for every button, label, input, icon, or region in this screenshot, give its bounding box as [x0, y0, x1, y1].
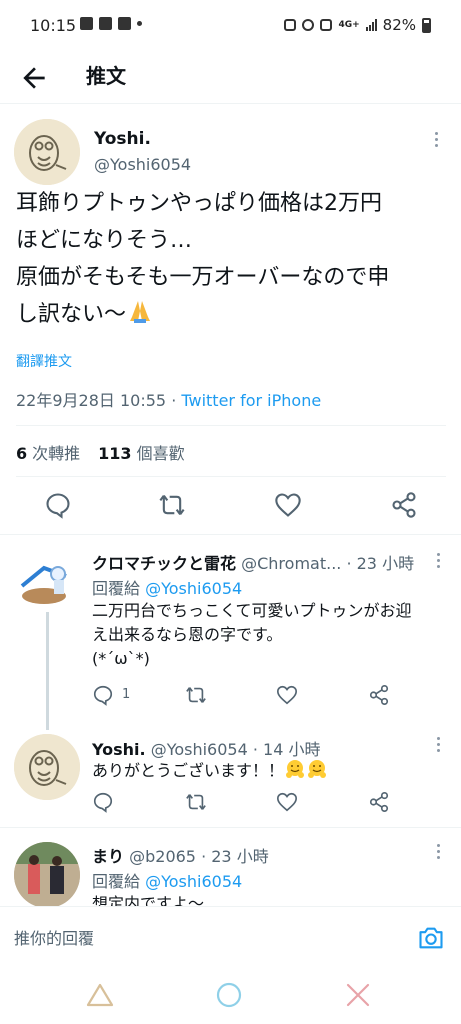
gallery-icon [99, 17, 112, 30]
more-options-icon[interactable] [426, 129, 446, 149]
likes-label: 個喜歡 [136, 444, 185, 463]
reply-composer[interactable]: 推你的回覆 [0, 906, 461, 968]
signal-icon [365, 19, 377, 31]
tweet-source-link[interactable]: Twitter for iPhone [181, 391, 321, 410]
reply-actions: 1 [92, 684, 412, 708]
hugging-face-emoji-icon [284, 758, 306, 787]
reply-to-link[interactable]: @Yoshi6054 [145, 579, 242, 598]
alarm-icon [302, 19, 315, 31]
tweet-actions [0, 491, 461, 521]
reply-actions [92, 791, 412, 815]
reply-icon[interactable] [44, 491, 72, 519]
author-handle: @Yoshi6054 [94, 155, 192, 174]
retweet-icon[interactable] [158, 491, 186, 519]
reply-text: 二万円台でちっこくて可愛いプトゥンがお迎 え出来るなら恩の字です。 (*´ω`*… [92, 601, 412, 668]
divider [16, 476, 446, 477]
reply-header: まり @b2065 · 23 小時 [92, 843, 269, 867]
retweet-icon[interactable] [185, 791, 207, 813]
reply-to-link[interactable]: @Yoshi6054 [145, 872, 242, 891]
circle-nav-icon[interactable] [214, 980, 244, 1010]
triangle-nav-icon[interactable] [85, 980, 115, 1010]
reply-time: · 14 小時 [252, 740, 321, 759]
status-time: 10:15 [30, 16, 77, 35]
reply-input[interactable]: 推你的回覆 [14, 925, 94, 949]
reply-tweet[interactable]: まり @b2065 · 23 小時 回覆給 @Yoshi6054 想定内ですよ〜 [0, 828, 461, 906]
folded-hands-emoji-icon [126, 297, 154, 337]
likes-stat[interactable]: 113 個喜歡 [98, 440, 184, 464]
more-notifications-icon [137, 21, 142, 26]
camera-icon[interactable] [417, 924, 445, 952]
author-name: Yoshi. [94, 129, 151, 149]
reply-text: 想定内ですよ〜 [92, 892, 432, 906]
reply-time: · 23 小時 [201, 847, 269, 866]
avatar[interactable] [14, 842, 80, 906]
share-icon[interactable] [368, 684, 390, 706]
reply-prefix: 回覆給 [92, 872, 141, 891]
reply-text-body: 想定内ですよ〜 [92, 894, 205, 906]
reply-prefix: 回覆給 [92, 579, 141, 598]
tweet-meta: 22年9月28日 10:55 · Twitter for iPhone [16, 387, 321, 411]
reply-icon[interactable] [92, 684, 114, 706]
line-icon [80, 17, 93, 30]
reply-text: ありがとうございます！！ [92, 758, 432, 787]
system-navigation-bar [0, 968, 461, 1024]
thread-connector [46, 612, 49, 730]
reply-author-name: Yoshi. [92, 740, 146, 759]
translate-link[interactable]: 翻譯推文 [16, 351, 72, 371]
battery-percent: 82% [382, 16, 416, 34]
avatar[interactable] [14, 119, 80, 185]
like-heart-icon[interactable] [274, 491, 302, 519]
tweet-stats: 6 次轉推 113 個喜歡 [16, 440, 185, 464]
reply-author-handle: @b2065 [129, 847, 196, 866]
notification-icon [118, 17, 131, 30]
tweet-datetime: 22年9月28日 10:55 [16, 391, 167, 410]
mute-icon [320, 19, 333, 31]
like-heart-icon[interactable] [276, 791, 298, 813]
reply-author-handle: @Chromat... [241, 554, 342, 573]
hugging-face-emoji-icon [306, 758, 328, 787]
tweet-text: 耳飾りプトゥンやっぱり価格は2万円 ほどになりそう… 原価がそもそも一万オーバー… [16, 185, 446, 337]
divider [0, 534, 461, 535]
retweets-count: 6 [16, 444, 28, 463]
share-icon[interactable] [390, 491, 418, 519]
like-heart-icon[interactable] [276, 684, 298, 706]
battery-icon [422, 17, 431, 33]
more-options-icon[interactable] [428, 734, 448, 754]
top-app-bar: 推文 [0, 50, 461, 104]
reply-header: Yoshi. @Yoshi6054 · 14 小時 [92, 736, 320, 760]
avatar[interactable] [14, 546, 80, 612]
reply-header: クロマチックと雷花 @Chromat... · 23 小時 [92, 550, 414, 574]
reply-to-line: 回覆給 @Yoshi6054 [92, 868, 242, 892]
retweet-icon[interactable] [185, 684, 207, 706]
reply-to-line: 回覆給 @Yoshi6054 [92, 575, 242, 599]
reply-author-name: まり [92, 847, 125, 866]
reply-icon[interactable] [92, 791, 114, 813]
likes-count: 113 [98, 444, 132, 463]
reply-author-handle: @Yoshi6054 [150, 740, 248, 759]
reply-text-body: ありがとうございます！！ [92, 761, 285, 780]
divider [16, 425, 446, 426]
back-arrow-icon[interactable] [18, 62, 50, 94]
reply-count: 1 [122, 687, 131, 702]
tweet-text-body: 耳飾りプトゥンやっぱり価格は2万円 ほどになりそう… 原価がそもそも一万オーバー… [16, 191, 390, 327]
reply-time: · 23 小時 [346, 554, 415, 573]
network-type: 4G+ [338, 19, 360, 30]
more-options-icon[interactable] [428, 550, 448, 570]
retweets-stat[interactable]: 6 次轉推 [16, 440, 80, 464]
avatar[interactable] [14, 734, 80, 800]
retweets-label: 次轉推 [32, 444, 81, 463]
page-title: 推文 [86, 64, 126, 88]
share-icon[interactable] [368, 791, 390, 813]
nfc-icon [284, 19, 297, 31]
reply-author-name: クロマチックと雷花 [92, 554, 237, 573]
more-options-icon[interactable] [428, 841, 448, 861]
cross-nav-icon[interactable] [343, 980, 373, 1010]
status-bar: 10:15 4G+ 82% [0, 0, 461, 50]
meta-separator: · [166, 391, 182, 410]
